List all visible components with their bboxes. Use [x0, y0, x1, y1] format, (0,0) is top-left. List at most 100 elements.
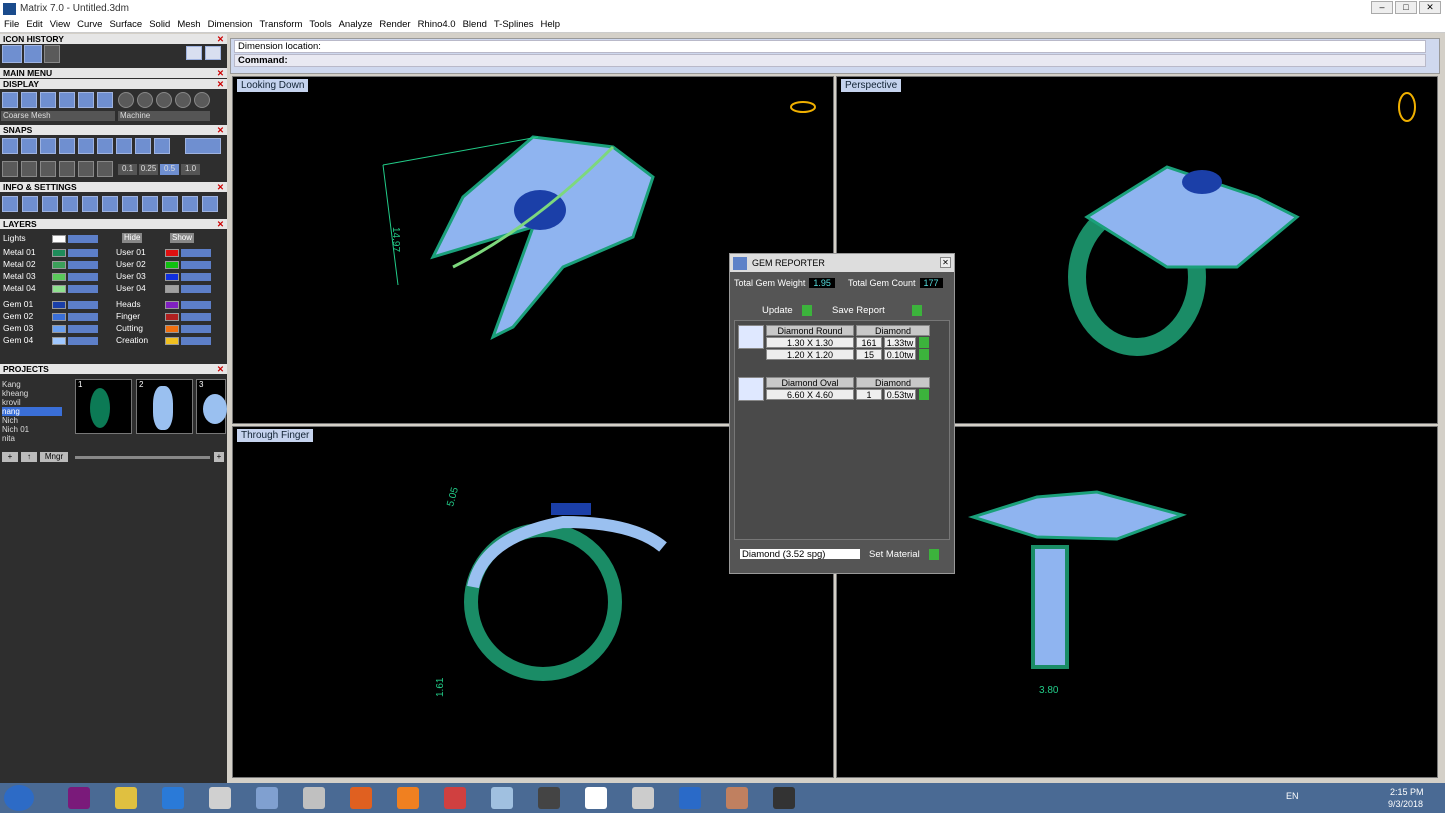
settings-tool-icon[interactable]	[102, 196, 118, 212]
snap-icon[interactable]	[135, 138, 151, 154]
close-button[interactable]: ✕	[1419, 1, 1441, 14]
taskbar-app-icon[interactable]	[679, 787, 701, 809]
back-arrow-icon[interactable]	[186, 46, 202, 60]
project-list-item[interactable]: krovil	[2, 398, 62, 407]
layer-lock-toggle[interactable]	[68, 301, 98, 309]
snap-icon[interactable]	[78, 138, 94, 154]
clock-date[interactable]: 9/3/2018	[1388, 799, 1423, 809]
project-list-item[interactable]: nang	[2, 407, 62, 416]
taskbar-app-icon[interactable]	[585, 787, 607, 809]
menu-dimension[interactable]: Dimension	[208, 19, 253, 30]
settings-tool-icon[interactable]	[22, 196, 38, 212]
layer-lock-toggle[interactable]	[181, 261, 211, 269]
taskbar-app-icon[interactable]	[68, 787, 90, 809]
project-list-item[interactable]: kheang	[2, 389, 62, 398]
render-mode-select[interactable]: Machine	[118, 111, 210, 121]
play-icon[interactable]	[912, 305, 922, 316]
project-list-item[interactable]: nita	[2, 434, 62, 443]
hide-button[interactable]: Hide	[122, 233, 143, 243]
taskbar-app-icon[interactable]	[209, 787, 231, 809]
settings-tool-icon[interactable]	[42, 196, 58, 212]
layer-lock-toggle[interactable]	[68, 285, 98, 293]
layer-color-swatch[interactable]	[165, 249, 179, 257]
transform-snap-icon[interactable]	[40, 161, 56, 177]
menu-help[interactable]: Help	[541, 19, 561, 30]
layer-lock-toggle[interactable]	[68, 325, 98, 333]
menu-edit[interactable]: Edit	[26, 19, 42, 30]
layer-color-swatch[interactable]	[165, 261, 179, 269]
layer-color-swatch[interactable]	[52, 337, 66, 345]
layer-lock-toggle[interactable]	[181, 325, 211, 333]
play-icon[interactable]	[919, 349, 929, 360]
close-icon[interactable]: ✕	[217, 79, 224, 89]
project-list-item[interactable]: Nich 01	[2, 425, 62, 434]
layer-lock-toggle[interactable]	[181, 337, 211, 345]
display-mode-icon[interactable]	[78, 92, 94, 108]
snap-icon[interactable]	[154, 138, 170, 154]
forward-arrow-icon[interactable]	[205, 46, 221, 60]
display-mode-icon[interactable]	[21, 92, 37, 108]
set-material-button[interactable]: Set Material	[867, 549, 922, 561]
layer-color-swatch[interactable]	[165, 301, 179, 309]
up-project-button[interactable]: ↑	[21, 452, 37, 462]
menu-mesh[interactable]: Mesh	[177, 19, 200, 30]
menu-render[interactable]: Render	[379, 19, 410, 30]
history-icon-1[interactable]	[2, 45, 22, 63]
snap-icon[interactable]	[97, 138, 113, 154]
close-icon[interactable]: ✕	[217, 219, 224, 229]
layer-color-swatch[interactable]	[165, 273, 179, 281]
save-report-button[interactable]: Save Report	[830, 305, 887, 317]
taskbar-app-icon[interactable]	[162, 787, 184, 809]
shading-icon[interactable]	[194, 92, 210, 108]
layer-color-swatch[interactable]	[165, 313, 179, 321]
transform-snap-icon[interactable]	[59, 161, 75, 177]
menu-rhino40[interactable]: Rhino4.0	[418, 19, 456, 30]
play-icon[interactable]	[919, 337, 929, 348]
close-icon[interactable]: ✕	[217, 182, 224, 192]
close-icon[interactable]: ✕	[217, 34, 224, 44]
manager-button[interactable]: Mngr	[40, 452, 68, 462]
mesh-select[interactable]: Coarse Mesh	[1, 111, 115, 121]
layer-color-swatch[interactable]	[165, 337, 179, 345]
show-button[interactable]: Show	[170, 233, 195, 243]
layer-color-swatch[interactable]	[52, 325, 66, 333]
menu-tsplines[interactable]: T-Splines	[494, 19, 534, 30]
add-thumb-button[interactable]: +	[214, 452, 224, 462]
transform-snap-icon[interactable]	[97, 161, 113, 177]
menu-tools[interactable]: Tools	[309, 19, 331, 30]
layer-lock-toggle[interactable]	[181, 249, 211, 257]
transform-snap-icon[interactable]	[78, 161, 94, 177]
layer-lock-toggle[interactable]	[68, 249, 98, 257]
close-icon[interactable]: ✕	[217, 125, 224, 135]
settings-tool-icon[interactable]	[142, 196, 158, 212]
transform-snap-icon[interactable]	[2, 161, 18, 177]
settings-tool-icon[interactable]	[82, 196, 98, 212]
menu-transform[interactable]: Transform	[259, 19, 302, 30]
settings-tool-icon[interactable]	[162, 196, 178, 212]
taskbar-app-icon[interactable]	[538, 787, 560, 809]
layer-lock-toggle[interactable]	[68, 313, 98, 321]
snap-icon[interactable]	[116, 138, 132, 154]
taskbar-app-icon[interactable]	[632, 787, 654, 809]
taskbar-app-icon[interactable]	[303, 787, 325, 809]
display-mode-icon[interactable]	[40, 92, 56, 108]
taskbar-app-icon[interactable]	[444, 787, 466, 809]
clock-time[interactable]: 2:15 PM	[1390, 787, 1424, 797]
taskbar-app-icon[interactable]	[773, 787, 795, 809]
layer-color-swatch[interactable]	[165, 285, 179, 293]
project-thumb-2[interactable]: 2	[136, 379, 193, 434]
snap-icon[interactable]	[21, 138, 37, 154]
display-mode-icon[interactable]	[2, 92, 18, 108]
snap-icon[interactable]	[2, 138, 18, 154]
layer-lock-toggle[interactable]	[181, 313, 211, 321]
taskbar-app-icon[interactable]	[726, 787, 748, 809]
lights-lock[interactable]	[68, 235, 98, 243]
close-icon[interactable]: ✕	[217, 364, 224, 374]
layer-lock-toggle[interactable]	[181, 273, 211, 281]
snap-increment-1[interactable]: 0.25	[139, 164, 158, 175]
minimize-button[interactable]: –	[1371, 1, 1393, 14]
shading-icon[interactable]	[175, 92, 191, 108]
close-icon[interactable]: ✕	[217, 68, 224, 78]
settings-tool-icon[interactable]	[122, 196, 138, 212]
language-indicator[interactable]: EN	[1286, 791, 1299, 801]
